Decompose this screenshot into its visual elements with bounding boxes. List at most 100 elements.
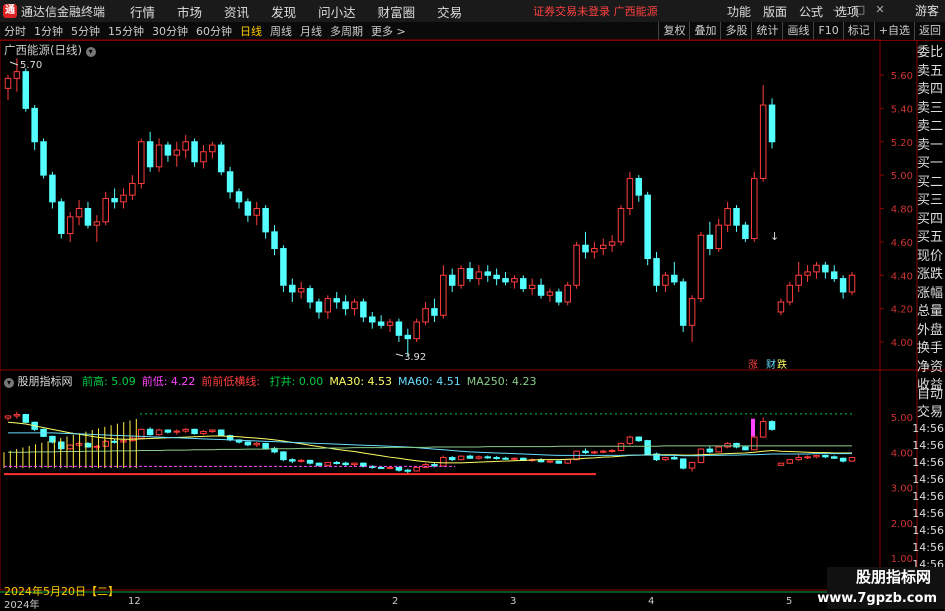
sub-candle-body-68	[608, 449, 616, 452]
sub-candle-body-87	[777, 462, 785, 466]
price-chart[interactable]: 5.60 5.40 5.20 5.00 4.80 4.60 4.40 4.20 4.00 5.00…	[0, 0, 945, 609]
side-panel-item-17[interactable]: 净资	[917, 359, 945, 378]
sub-candle-body-24	[217, 429, 225, 437]
indicator-label-3: 打井:	[269, 375, 299, 388]
side-panel-item-6[interactable]: 买一	[917, 155, 945, 174]
indicator-chevron-icon[interactable]: ▾	[4, 378, 14, 388]
indicator-label-1: 前低:	[141, 375, 171, 388]
sub-candle-body-82	[733, 442, 740, 448]
sub-candle-body-19	[173, 430, 181, 433]
candle-body-2	[22, 71, 30, 109]
sub-candle-body-33	[297, 459, 305, 462]
side-panel-item-12[interactable]: 涨跌	[917, 266, 945, 285]
time-label-7: 14:56	[912, 541, 944, 554]
candle-body-19	[173, 149, 181, 156]
candle-body-49	[440, 274, 447, 316]
indicator-value-1: 4.22	[170, 375, 196, 388]
indicator-value-6: 4.23	[511, 375, 537, 388]
side-panel-item-10[interactable]: 买五	[917, 229, 945, 248]
side-panel-item-5[interactable]: 卖一	[917, 137, 945, 156]
candle-body-73	[653, 258, 660, 286]
low-pointer	[395, 353, 404, 357]
sub-candle-body-61	[546, 460, 554, 463]
side-panel-item-7[interactable]: 买二	[917, 174, 945, 193]
candle-body-83	[742, 224, 749, 240]
indicator-label-2: 前前低横线:	[201, 375, 264, 388]
candle-body-18	[164, 144, 172, 156]
candle-body-32	[289, 284, 296, 293]
candle-body-8	[75, 208, 83, 218]
trade-button[interactable]: 交易	[917, 404, 945, 422]
candle-body-16	[146, 141, 154, 168]
candle-body-70	[626, 177, 634, 209]
sub-candle-body-90	[804, 456, 811, 459]
sub-candle-body-53	[475, 456, 483, 459]
candle-body-30	[271, 231, 278, 250]
time-label-4: 14:56	[912, 490, 944, 503]
side-panel-item-0[interactable]: 委比	[917, 44, 945, 63]
candle-body-41	[368, 316, 376, 323]
side-panel-item-3[interactable]: 卖三	[917, 100, 945, 119]
indicator-value-5: 4.51	[436, 375, 461, 388]
quote-side-panel: 委比 卖五 卖四 卖三 卖二 卖一 买一 买二 买三 买四 买五 现价 涨跌 涨幅 总量 外盘 换手 净资 收益	[917, 44, 945, 396]
candle-body-56	[502, 278, 509, 283]
candle-body-23	[209, 144, 216, 153]
time-label-1: 14:56	[912, 439, 944, 452]
candle-body-5	[49, 174, 56, 203]
sub-y-label-4: 1.00	[891, 554, 913, 565]
candle-body-91	[813, 264, 820, 273]
x-label-5: 5	[786, 596, 793, 607]
sub-candle-body-62	[555, 460, 563, 464]
sub-candle-body-55	[493, 457, 500, 460]
sub-candle-body-28	[253, 442, 261, 446]
candle-body-10	[93, 221, 101, 226]
sub-candle-body-34	[306, 459, 314, 464]
sub-candle-body-32	[289, 459, 296, 462]
sub-candle-body-95	[848, 457, 856, 462]
candle-body-7	[66, 216, 74, 235]
candle-body-42	[377, 321, 385, 326]
candle-body-66	[591, 248, 598, 253]
sub-candle-body-18	[164, 429, 172, 433]
y-label-4: 4.80	[891, 205, 913, 216]
sub-candle-body-92	[822, 454, 829, 458]
candle-body-31	[280, 248, 287, 286]
candle-body-84	[751, 177, 758, 240]
sub-candle-body-48	[431, 464, 438, 467]
candle-body-3	[31, 107, 38, 143]
candle-body-33	[297, 288, 305, 293]
y-label-7: 4.20	[891, 305, 913, 316]
side-panel-item-13[interactable]: 涨幅	[917, 285, 945, 304]
sub-candle-body-50	[448, 457, 456, 461]
candle-body-78	[697, 234, 705, 300]
side-panel-item-15[interactable]: 外盘	[917, 322, 945, 341]
sub-candle-body-70	[626, 436, 634, 444]
sub-candle-body-74	[662, 457, 669, 461]
candle-body-52	[466, 268, 474, 280]
sub-candle-body-0	[4, 415, 12, 419]
y-label-2: 5.20	[891, 138, 913, 149]
sub-candle-body-49	[440, 457, 447, 467]
candle-body-85	[759, 104, 767, 179]
candle-body-13	[120, 194, 127, 203]
side-panel-item-14[interactable]: 总量	[917, 303, 945, 322]
side-panel-item-4[interactable]: 卖二	[917, 118, 945, 137]
candle-body-77	[688, 298, 696, 326]
side-panel-item-1[interactable]: 卖五	[917, 63, 945, 82]
candle-body-51	[457, 268, 465, 286]
candle-body-17	[155, 144, 163, 168]
candle-body-87	[777, 301, 785, 313]
candle-body-61	[546, 291, 554, 296]
side-panel-item-2[interactable]: 卖四	[917, 81, 945, 100]
side-panel-item-9[interactable]: 买四	[917, 211, 945, 230]
side-panel-item-11[interactable]: 现价	[917, 248, 945, 267]
candle-body-29	[262, 208, 269, 233]
auto-button[interactable]: 自动	[917, 386, 945, 404]
side-panel-item-8[interactable]: 买三	[917, 192, 945, 211]
time-label-5: 14:56	[912, 507, 944, 520]
sub-candle-body-43	[386, 466, 394, 469]
magenta-spike	[751, 418, 755, 437]
candle-body-43	[386, 321, 394, 326]
side-panel-item-16[interactable]: 换手	[917, 340, 945, 359]
time-label-3: 14:56	[912, 473, 944, 486]
